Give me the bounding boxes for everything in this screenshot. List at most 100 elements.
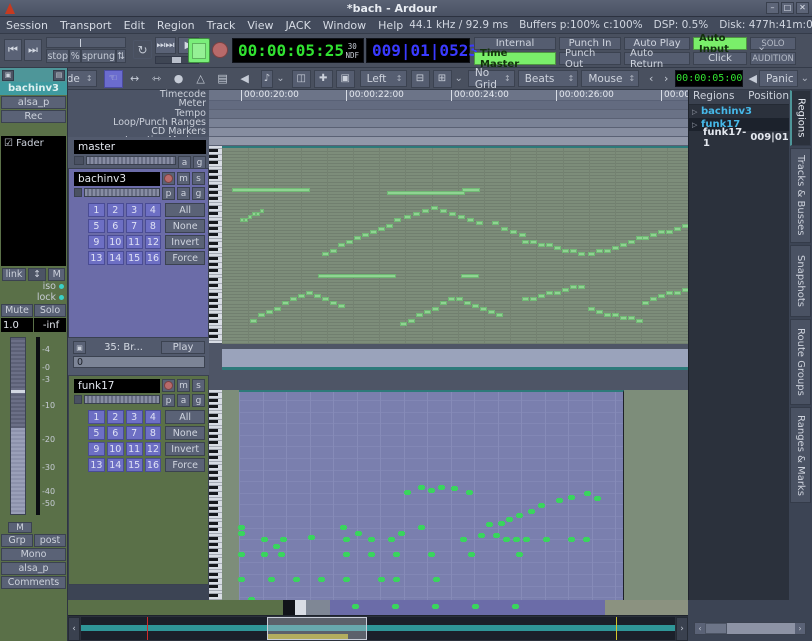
midi-note-dot[interactable] <box>309 535 314 540</box>
regions-list-item[interactable]: funk17-1 009|01|08 <box>689 131 789 144</box>
gain-fader[interactable] <box>10 337 26 515</box>
midi-channel-pad[interactable]: 15 <box>126 251 143 265</box>
midi-note[interactable] <box>596 249 603 253</box>
midi-note[interactable] <box>628 240 635 244</box>
record-enable-icon-bachinv3[interactable] <box>162 172 175 185</box>
menu-region[interactable]: Region <box>151 18 201 33</box>
zoom-tool-icon[interactable]: ● <box>169 70 189 88</box>
range-tool-icon[interactable]: ↔ <box>125 70 145 88</box>
midi-note[interactable] <box>394 218 401 222</box>
menu-view[interactable]: View <box>241 18 279 33</box>
midi-note-dot[interactable] <box>487 522 492 527</box>
midi-note-dot[interactable] <box>239 525 244 530</box>
midi-note[interactable] <box>258 313 265 317</box>
auto-return-button[interactable]: Auto Return <box>624 52 690 65</box>
tab-route-groups[interactable]: Route Groups <box>790 319 811 405</box>
automation-value-field[interactable]: 0 <box>73 356 205 368</box>
midi-channel-pad[interactable]: 13 <box>88 251 105 265</box>
midi-channel-pad[interactable]: 10 <box>107 235 124 249</box>
midi-channel-pad[interactable]: 7 <box>126 219 143 233</box>
midi-channel-pad[interactable]: 9 <box>88 442 105 456</box>
chevron-down-icon-panic[interactable]: ⌄ <box>798 73 812 84</box>
midi-channel-pad[interactable]: 7 <box>126 426 143 440</box>
midi-note[interactable] <box>604 313 611 317</box>
midi-channel-pad[interactable]: 14 <box>107 458 124 472</box>
menu-track[interactable]: Track <box>201 18 242 33</box>
midi-note-dot[interactable] <box>269 577 274 582</box>
midi-note[interactable] <box>362 233 369 237</box>
midi-note-dot[interactable] <box>344 552 349 557</box>
midi-note[interactable] <box>554 246 561 250</box>
summary-scroll-right-button[interactable]: › <box>676 617 688 641</box>
midi-note[interactable] <box>250 319 257 323</box>
midi-note[interactable] <box>604 249 611 253</box>
midi-channel-pad[interactable]: 5 <box>88 219 105 233</box>
track-overview-strip[interactable] <box>68 600 688 615</box>
auto-input-button[interactable]: Auto Input <box>693 37 747 50</box>
midi-note[interactable] <box>330 301 337 305</box>
gain-entry[interactable]: 1.0 <box>1 318 33 332</box>
nudge-backward-button[interactable]: ‹ <box>644 70 658 88</box>
midi-note[interactable] <box>666 291 673 295</box>
midi-note[interactable] <box>488 310 495 314</box>
panic-button[interactable]: Panic <box>759 70 798 87</box>
click-button[interactable]: Click <box>693 52 747 65</box>
midi-note[interactable] <box>496 313 503 317</box>
track-resize-handle-bachinv3[interactable] <box>74 188 82 197</box>
midi-note-dot[interactable] <box>394 577 399 582</box>
automation-play-mode-button[interactable]: Play <box>161 341 205 354</box>
midi-note-dot[interactable] <box>419 525 424 530</box>
secondary-clock[interactable]: 009|01|0523 4|4 120.00 <box>366 38 470 63</box>
midi-note-dot[interactable] <box>452 486 457 491</box>
close-button[interactable]: ✕ <box>796 2 809 14</box>
midi-note[interactable] <box>274 307 281 311</box>
midi-note[interactable] <box>612 313 619 317</box>
midi-note[interactable] <box>612 246 619 250</box>
midi-note-dot[interactable] <box>356 531 361 536</box>
midi-note[interactable] <box>562 288 569 292</box>
midi-channel-pad[interactable]: 4 <box>145 203 162 217</box>
summary-scroll-left-button[interactable]: ‹ <box>68 617 80 641</box>
midi-note[interactable] <box>416 313 423 317</box>
midi-note[interactable] <box>338 243 345 247</box>
punch-out-button[interactable]: Punch Out <box>559 52 621 65</box>
midi-channel-pad[interactable]: 4 <box>145 410 162 424</box>
midi-note[interactable] <box>596 310 603 314</box>
midi-note[interactable] <box>464 301 471 305</box>
menu-jack[interactable]: JACK <box>280 18 317 33</box>
midi-note[interactable] <box>522 297 529 301</box>
midi-note[interactable] <box>322 252 329 256</box>
midi-channel-pad[interactable]: 3 <box>126 203 143 217</box>
audition-indicator-button[interactable]: AUDITION <box>750 52 796 65</box>
summary-canvas[interactable] <box>81 617 675 640</box>
maximize-button[interactable]: □ <box>781 2 794 14</box>
strip-output-mode-button[interactable]: Mono <box>1 548 66 561</box>
strip-polarity-button[interactable]: M <box>48 268 65 281</box>
minimize-button[interactable]: – <box>766 2 779 14</box>
shuttle-spin-button[interactable]: ⇅ <box>116 49 126 63</box>
editor-canvas[interactable] <box>209 146 688 615</box>
midi-channel-pad[interactable]: 16 <box>145 458 162 472</box>
solo-iso-row[interactable]: iso <box>0 281 67 292</box>
strip-comments-button[interactable]: Comments <box>1 576 66 589</box>
midi-note[interactable] <box>440 209 447 213</box>
track-mute-funk17[interactable]: m <box>177 379 190 392</box>
midi-channel-invert-button-funk17[interactable]: Invert <box>165 442 205 456</box>
midi-note[interactable] <box>628 316 635 320</box>
zoom-to-session-icon[interactable]: ▣ <box>336 70 355 88</box>
automation-lane-canvas[interactable] <box>209 349 688 390</box>
track-playlist-bachinv3[interactable]: p <box>162 187 175 200</box>
menu-help[interactable]: Help <box>372 18 409 33</box>
midi-channel-pad[interactable]: 14 <box>107 251 124 265</box>
midi-note[interactable] <box>588 252 595 256</box>
tab-tracks-busses[interactable]: Tracks & Busses <box>790 148 811 243</box>
expand-tracks-icon[interactable]: ⊞ <box>433 70 452 88</box>
midi-note[interactable] <box>578 252 585 256</box>
track-solo-bachinv3[interactable]: s <box>192 172 205 185</box>
midi-note-dot[interactable] <box>569 495 574 500</box>
midi-note[interactable] <box>554 291 561 295</box>
midi-note[interactable] <box>449 212 456 216</box>
midi-note[interactable] <box>674 227 681 231</box>
midi-channel-pad[interactable]: 1 <box>88 203 105 217</box>
midi-note[interactable] <box>530 240 537 244</box>
